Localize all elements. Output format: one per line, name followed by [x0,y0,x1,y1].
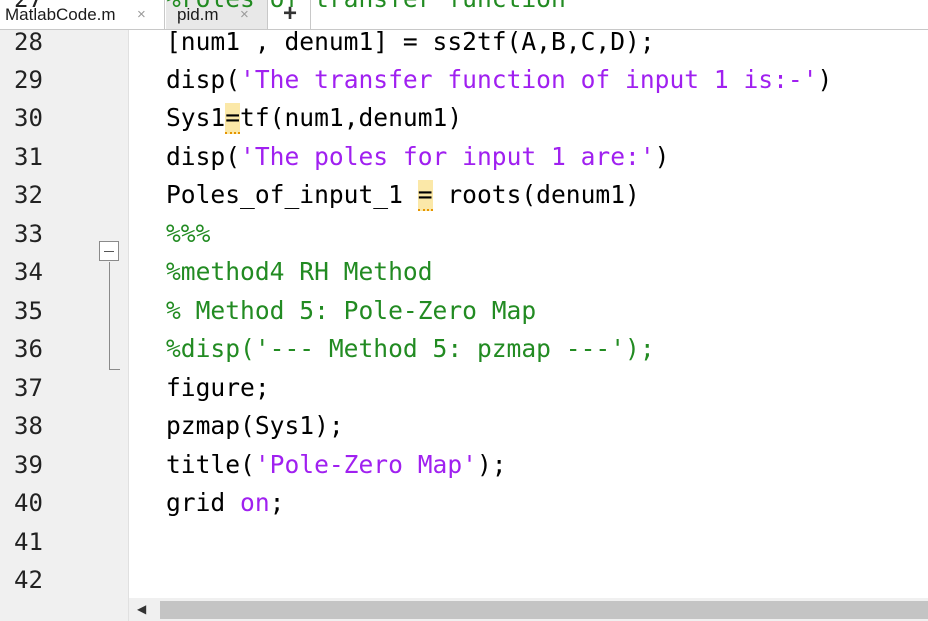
line-number: 35 [14,297,43,325]
line-number: 42 [14,566,43,594]
code-line[interactable]: pzmap(Sys1); [166,407,344,445]
code-line[interactable]: %%% [166,215,210,253]
code-text: disp( [166,142,241,171]
code-line[interactable]: Poles_of_input_1 = roots(denum1) [166,176,640,214]
code-line[interactable]: %disp('--- Method 5: pzmap ---'); [166,330,655,368]
scrollbar-thumb[interactable] [160,601,928,619]
comment-text: %method4 RH Method [166,257,433,286]
code-text: ; [269,488,285,517]
line-number: 41 [14,528,43,556]
line-number: 36 [14,335,43,363]
line-number: 31 [14,143,43,171]
code-text: grid [166,488,241,517]
code-text: ); [476,450,507,479]
warning-marker[interactable]: = [417,180,433,211]
warning-marker[interactable]: = [225,103,241,134]
code-row[interactable]: 41 [0,523,928,561]
line-number: 34 [14,258,43,286]
code-text: [num1 , denum1] = ss2tf(A,B,C,D); [166,27,655,56]
code-line[interactable]: [num1 , denum1] = ss2tf(A,B,C,D); [166,23,655,61]
code-row[interactable]: 32 Poles_of_input_1 = roots(denum1) [0,176,928,214]
line-number: 39 [14,451,43,479]
code-text: Sys1 [166,103,226,132]
line-number: 33 [14,220,43,248]
code-row[interactable]: 33%%% [0,215,928,253]
code-text: figure; [166,373,270,402]
keyword-value: on [240,488,270,517]
code-text: tf(num1,denum1) [240,103,463,132]
code-text: ) [817,65,833,94]
line-number: 29 [14,66,43,94]
code-text: ) [654,142,670,171]
line-number: 28 [14,28,43,56]
code-line[interactable]: figure; [166,369,270,407]
string-literal: 'The poles for input 1 are:' [240,142,655,171]
line-number: 32 [14,181,43,209]
code-text: disp( [166,65,241,94]
code-line[interactable]: disp('The poles for input 1 are:') [166,138,669,176]
code-line[interactable]: grid on; [166,484,284,522]
code-row[interactable]: 34 %method4 RH Method [0,253,928,291]
line-number: 27 [14,0,54,18]
code-text: roots(denum1) [432,180,640,209]
comment-text: %disp('--- Method 5: pzmap ---'); [166,334,655,363]
code-row[interactable]: 37 figure; [0,369,928,407]
comment-text: % Method 5: Pole-Zero Map [166,296,537,325]
scroll-left-icon[interactable]: ◀ [137,598,146,621]
code-text: pzmap(Sys1); [166,411,344,440]
code-text: Poles_of_input_1 [166,180,418,209]
string-literal: 'Pole-Zero Map' [254,450,477,479]
code-row[interactable]: 35 % Method 5: Pole-Zero Map [0,292,928,330]
code-row[interactable]: 40 grid on; [0,484,928,522]
fold-guide-end [109,369,120,370]
code-row[interactable]: 42 [0,561,928,599]
line-number: 37 [14,374,43,402]
code-text: title( [166,450,255,479]
code-line[interactable]: Sys1=tf(num1,denum1) [166,99,462,137]
string-literal: 'The transfer function of input 1 is:-' [240,65,818,94]
code-row[interactable]: 39 title('Pole-Zero Map'); [0,446,928,484]
code-line: %roles of transfer function [166,0,566,18]
code-row[interactable]: 28 [num1 , denum1] = ss2tf(A,B,C,D); [0,23,928,61]
code-line[interactable]: title('Pole-Zero Map'); [166,446,507,484]
code-line[interactable]: disp('The transfer function of input 1 i… [166,61,832,99]
code-line[interactable]: % Method 5: Pole-Zero Map [166,292,536,330]
code-row[interactable]: 30 Sys1=tf(num1,denum1) [0,99,928,137]
comment-text: %%% [166,219,211,248]
horizontal-scrollbar[interactable]: ◀ [129,598,928,621]
code-row[interactable]: 38 pzmap(Sys1); [0,407,928,445]
code-row[interactable]: 29 disp('The transfer function of input 1… [0,61,928,99]
code-fold-toggle[interactable] [99,241,119,261]
code-line[interactable]: %method4 RH Method [166,253,433,291]
line-number: 40 [14,489,43,517]
line-number: 38 [14,412,43,440]
code-row[interactable]: 31 disp('The poles for input 1 are:') [0,138,928,176]
line-number: 30 [14,104,43,132]
code-row[interactable]: 36 %disp('--- Method 5: pzmap ---'); [0,330,928,368]
fold-guide-line [109,262,110,370]
